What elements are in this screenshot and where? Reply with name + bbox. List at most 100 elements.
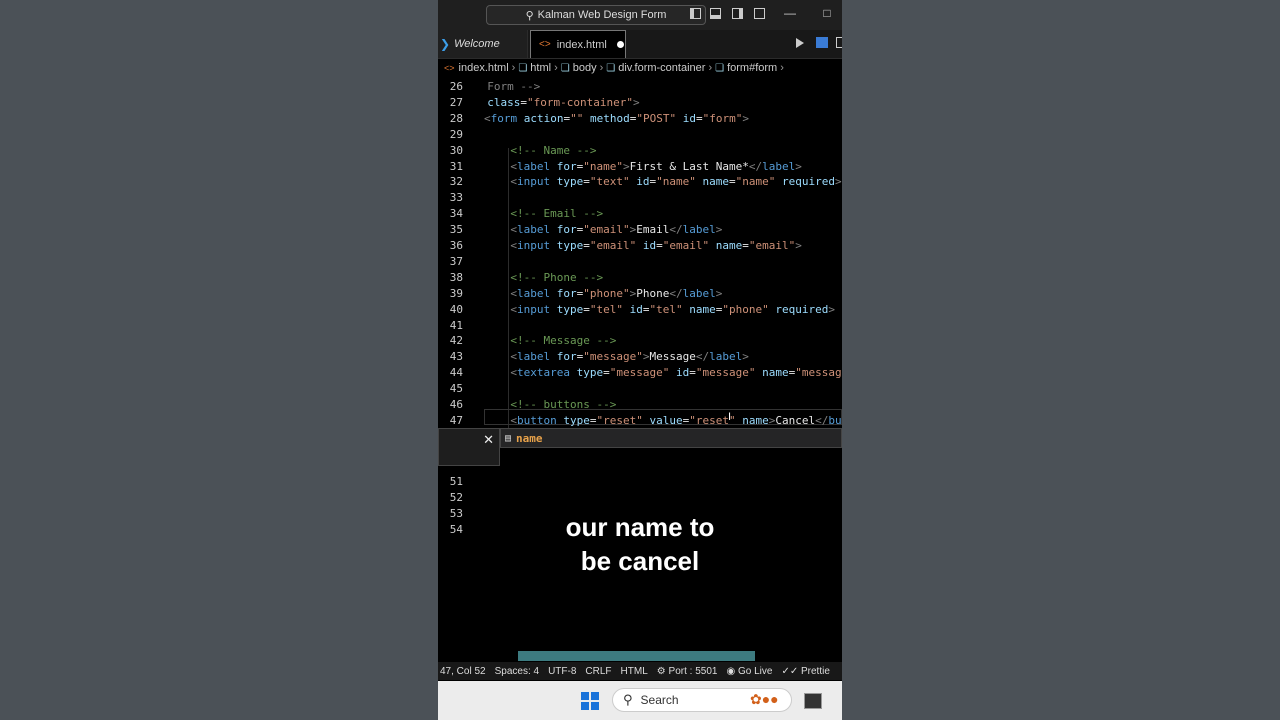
code-token: name [715, 239, 743, 252]
code-line[interactable]: 33 [438, 190, 842, 206]
code-line[interactable]: 27 class="form-container"> [438, 95, 842, 111]
command-center-label: Kalman Web Design Form [537, 9, 667, 21]
status-cursor-position[interactable]: 47, Col 52 [440, 666, 486, 677]
code-line[interactable]: 45 [438, 381, 842, 397]
breadcrumb-body[interactable]: ❏ body › [558, 62, 604, 74]
code-token: id [636, 175, 650, 189]
unsaved-dot-icon[interactable] [616, 41, 624, 48]
code-token: </ [748, 159, 763, 173]
code-line[interactable]: 37 [438, 254, 842, 270]
element-cube-icon: ❏ [518, 62, 528, 74]
line-number: 26 [449, 80, 463, 93]
line-number: 45 [449, 382, 463, 396]
title-bar: ⚲ Kalman Web Design Form — □ [438, 0, 842, 30]
code-token: "form" [702, 111, 743, 125]
suggest-widget[interactable]: ▤ name [500, 428, 842, 448]
toggle-sidebar-icon[interactable] [690, 8, 701, 19]
code-line[interactable]: 31 <label for="name">First & Last Name*</… [438, 159, 842, 175]
taskbar-app-icon[interactable] [804, 693, 822, 709]
status-go-live-label: Go Live [737, 665, 773, 677]
code-line[interactable]: 30 <!-- Name --> [438, 143, 842, 159]
maximize-icon[interactable]: □ [820, 6, 834, 20]
status-indentation[interactable]: Spaces: 4 [495, 666, 539, 677]
tab-bar: ❯ Welcome <> index.html [438, 30, 842, 59]
code-line[interactable]: 46 <!-- buttons --> [438, 397, 842, 413]
check-icon: ✓✓ [781, 665, 801, 677]
code-token: <!-- buttons --> [510, 398, 617, 411]
status-port[interactable]: ⚙ Port : 5501 [657, 666, 718, 677]
broadcast-icon: ⚙ [656, 665, 669, 677]
property-icon: ▤ [505, 432, 512, 444]
code-line[interactable]: 34 <!-- Email --> [438, 206, 842, 222]
code-line[interactable]: 47 <button type="reset" value="reset" nam… [438, 413, 842, 428]
code-line[interactable]: 39 <label for="phone">Phone</label> [438, 286, 842, 302]
toggle-panel-icon[interactable] [710, 8, 721, 19]
code-token: "message" [609, 366, 670, 380]
breadcrumb-form[interactable]: ❏ form#form › [712, 62, 784, 74]
line-code: <input type="tel" id="tel" name="phone" … [510, 302, 835, 318]
close-icon[interactable]: ✕ [483, 432, 494, 448]
code-token: Phone [636, 286, 670, 300]
status-language[interactable]: HTML [621, 666, 648, 677]
code-line[interactable]: 40 <input type="tel" id="tel" name="phone… [438, 302, 842, 318]
code-token: type [563, 413, 590, 427]
split-editor-icon[interactable] [816, 37, 828, 48]
code-token: class [487, 95, 521, 109]
code-line[interactable]: 42 <!-- Message --> [438, 333, 842, 349]
code-token: "tel" [589, 302, 624, 316]
code-line[interactable]: 35 <label for="email">Email</label> [438, 222, 842, 238]
code-editor[interactable]: 26 Form --> 27 class="form-container"> 28 <fo… [438, 78, 842, 428]
windows-taskbar: ⚲ Search ✿●● [438, 681, 842, 720]
code-line[interactable]: 43 <label for="message">Message</label> [438, 349, 842, 365]
breadcrumb-html[interactable]: ❏ html › [515, 62, 557, 74]
code-line[interactable]: 32 <input type="text" id="name" name="nam… [438, 174, 842, 190]
line-code: <label for="message">Message</label> [510, 349, 748, 365]
code-line[interactable]: 38 <!-- Phone --> [438, 270, 842, 286]
tab-welcome[interactable]: ❯ Welcome [438, 30, 528, 58]
status-eol[interactable]: CRLF [585, 666, 611, 677]
minimize-icon[interactable]: — [783, 6, 797, 20]
code-line[interactable]: 44 <textarea type="message" id="message" … [438, 365, 842, 381]
code-token: type [556, 175, 584, 189]
code-line[interactable]: 28 <form action="" method="POST" id="form… [438, 111, 842, 127]
status-encoding[interactable]: UTF-8 [548, 666, 576, 677]
suggest-item-name[interactable]: name [516, 432, 543, 445]
code-token: > [642, 350, 650, 364]
element-cube-icon: ❏ [606, 62, 616, 74]
command-center-search[interactable]: ⚲ Kalman Web Design Form [486, 5, 706, 25]
line-number: 38 [449, 270, 463, 284]
code-line[interactable]: 52 [438, 490, 842, 506]
toggle-secondary-sidebar-icon[interactable] [732, 8, 743, 19]
tab-index-html[interactable]: <> index.html [530, 30, 626, 58]
code-token: "reset" [596, 413, 643, 427]
html-file-icon: <> [539, 39, 551, 50]
code-line[interactable]: 51 [438, 474, 842, 490]
customize-layout-icon[interactable] [754, 8, 765, 19]
code-line[interactable]: 29 [438, 127, 842, 143]
breadcrumb-div[interactable]: ❏ div.form-container › [603, 62, 712, 74]
status-go-live[interactable]: ◉ Go Live [726, 666, 772, 677]
code-token: > [795, 239, 802, 252]
code-token: bu [828, 413, 842, 427]
element-cube-icon: ❏ [560, 62, 570, 74]
pumpkin-widget-icon[interactable]: ✿●● [750, 691, 779, 708]
windows-start-icon[interactable] [581, 692, 599, 710]
line-number: 41 [449, 318, 463, 332]
status-prettier[interactable]: ✓✓ Prettie [781, 666, 829, 677]
code-token: method [590, 111, 630, 125]
run-icon[interactable] [796, 38, 804, 48]
horizontal-scrollbar[interactable] [518, 651, 755, 661]
code-line[interactable]: 41 [438, 318, 842, 334]
code-token: id [629, 302, 643, 316]
code-line[interactable]: 36 <input type="email" id="email" name="e… [438, 238, 842, 254]
breadcrumb-file[interactable]: <> index.html › [438, 62, 515, 74]
caption-line-1: our name to [565, 512, 715, 542]
more-actions-icon[interactable] [836, 37, 842, 48]
code-token: required [782, 175, 835, 189]
code-line[interactable]: 26 Form --> [438, 79, 842, 95]
